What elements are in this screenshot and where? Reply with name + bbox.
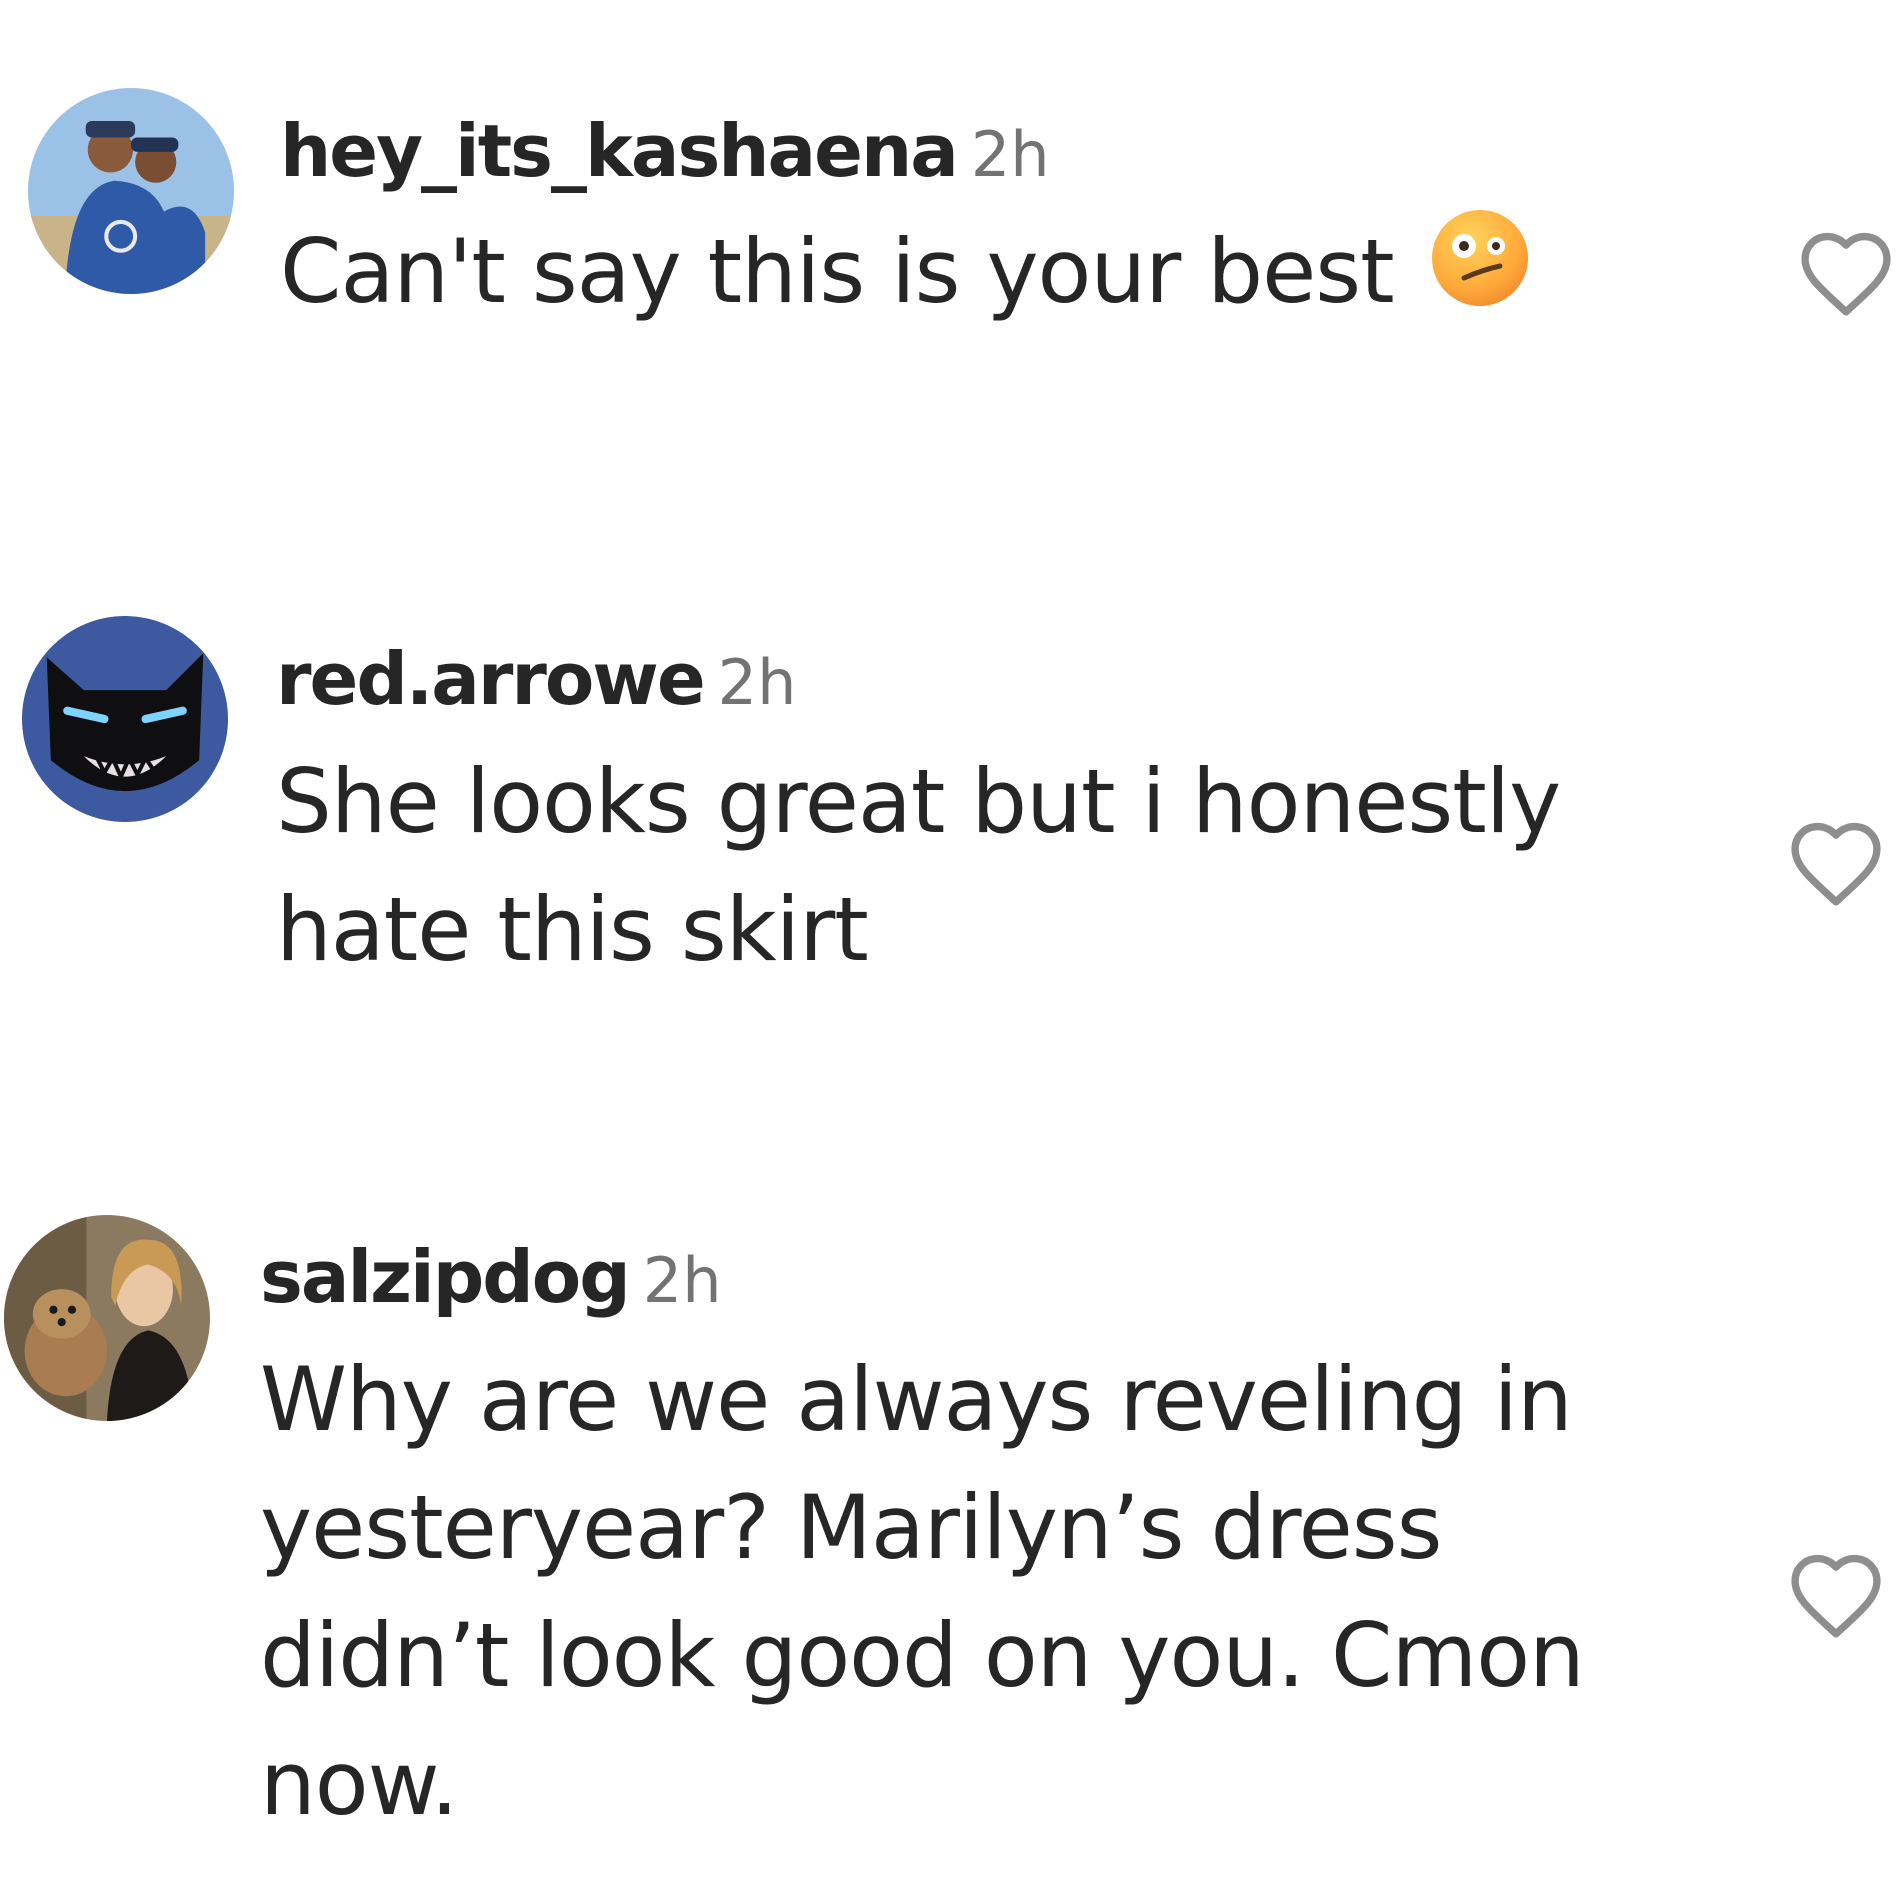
comment-timestamp[interactable]: 2h (718, 646, 797, 719)
comment-text-line: Can't say this is your best (280, 208, 1530, 336)
comment-text-line: didn’t look good on you. Cmon (260, 1604, 1585, 1707)
comment-header: hey_its_kashaena 2h (280, 115, 1050, 187)
comment-header: red.arrowe 2h (276, 643, 796, 715)
like-button[interactable] (1786, 818, 1886, 908)
like-button[interactable] (1786, 1550, 1886, 1640)
avatar-couple-photo (28, 88, 234, 294)
comment-text-line: She looks great but i honestly (276, 750, 1561, 853)
like-button[interactable] (1796, 228, 1896, 318)
avatar[interactable] (28, 88, 234, 294)
username-link[interactable]: salzipdog (260, 1235, 631, 1319)
comment-header: salzipdog 2h (260, 1241, 722, 1313)
comment-text-line: hate this skirt (276, 878, 869, 981)
heart-outline-icon (1791, 1554, 1881, 1638)
username-link[interactable]: red.arrowe (276, 637, 706, 721)
face-with-uneven-eyes-emoji (1430, 208, 1530, 308)
comment-text-line: now. (260, 1732, 458, 1835)
comment-text-line: yesteryear? Marilyn’s dress (260, 1476, 1442, 1579)
comment-text-line: Why are we always reveling in (260, 1348, 1573, 1451)
avatar-black-cat-photo (22, 616, 228, 822)
comment-timestamp[interactable]: 2h (643, 1244, 722, 1317)
comment-text: Why are we always reveling in yesteryear… (260, 1336, 1585, 1848)
avatar-woman-with-dog-photo (4, 1215, 210, 1421)
username-link[interactable]: hey_its_kashaena (280, 109, 959, 193)
heart-outline-icon (1791, 822, 1881, 906)
avatar[interactable] (22, 616, 228, 822)
heart-outline-icon (1801, 232, 1891, 316)
comment-text: Can't say this is your best (280, 208, 1530, 336)
avatar[interactable] (4, 1215, 210, 1421)
comment-timestamp[interactable]: 2h (971, 118, 1050, 191)
comment-text: She looks great but i honestly hate this… (276, 738, 1561, 994)
